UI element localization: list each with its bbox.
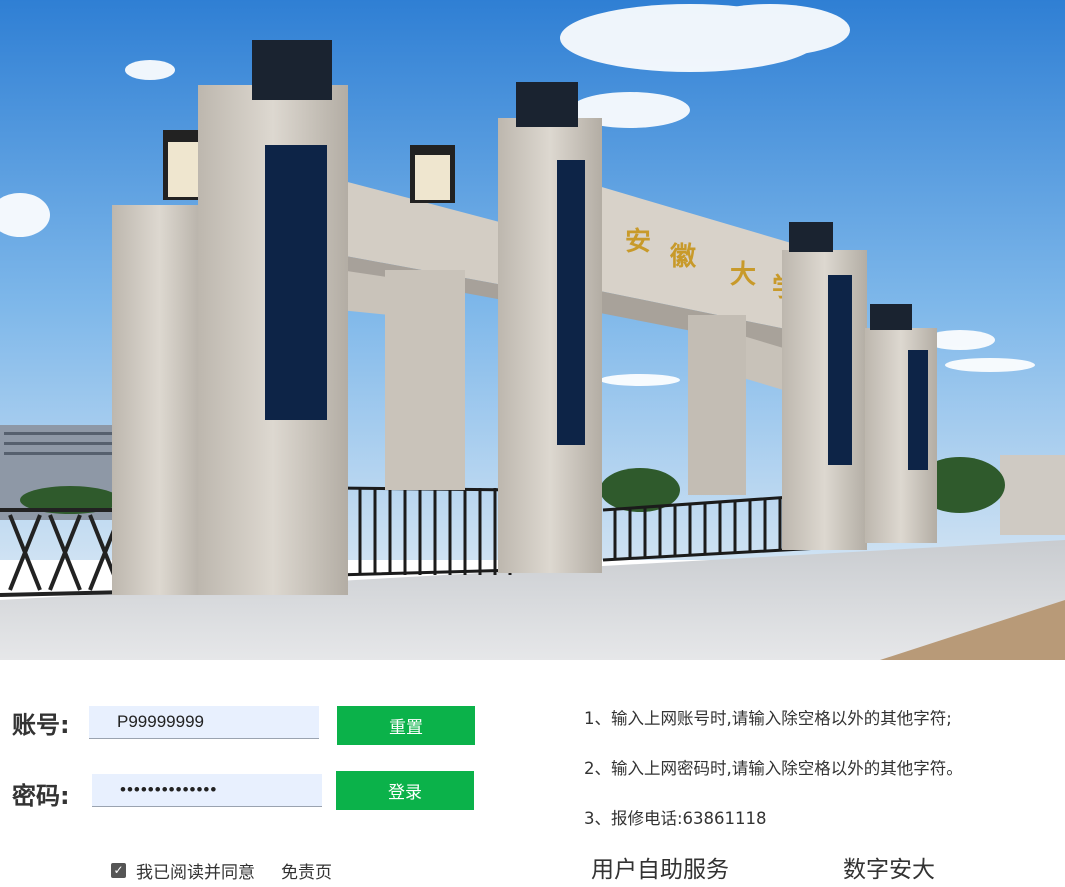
password-input[interactable] xyxy=(92,774,322,807)
digital-campus-link[interactable]: 数字安大 xyxy=(843,850,935,884)
account-input[interactable] xyxy=(89,706,319,739)
notice-phone: 3、报修电话:63861118 xyxy=(584,809,767,828)
account-label: 账号: xyxy=(12,711,70,739)
agreement-row: ✓ 我已阅读并同意 免责页 xyxy=(111,858,332,883)
reset-button[interactable]: 重置 xyxy=(337,706,475,745)
campus-gate-photo: 安 徽 大 学 xyxy=(0,0,1065,660)
agree-text: 我已阅读并同意 xyxy=(136,863,255,883)
svg-text:徽: 徽 xyxy=(669,242,697,272)
login-button[interactable]: 登录 xyxy=(336,771,474,810)
svg-text:大: 大 xyxy=(730,260,756,290)
gate-illustration: 安 徽 大 学 xyxy=(0,0,1065,660)
password-label: 密码: xyxy=(12,782,70,810)
disclaimer-link[interactable]: 免责页 xyxy=(281,858,332,883)
self-service-link[interactable]: 用户自助服务 xyxy=(591,850,729,884)
notice-password: 2、输入上网密码时,请输入除空格以外的其他字符。 xyxy=(584,759,963,778)
notice-account: 1、输入上网账号时,请输入除空格以外的其他字符; xyxy=(584,709,952,728)
agree-checkbox[interactable]: ✓ xyxy=(111,863,126,878)
svg-text:安: 安 xyxy=(625,227,651,257)
